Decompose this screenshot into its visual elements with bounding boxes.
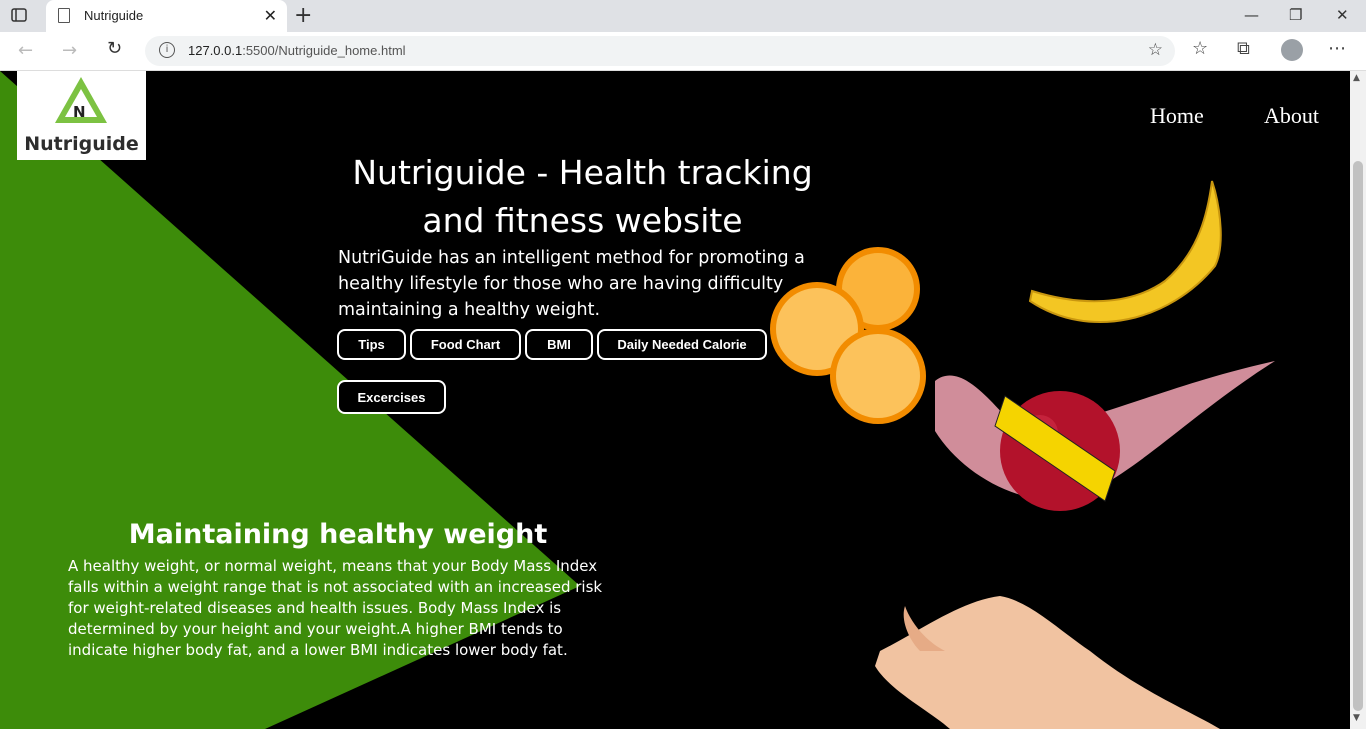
site-info-icon[interactable]: i [159,42,175,58]
address-bar[interactable]: i 127.0.0.1:5500/Nutriguide_home.html ☆ [145,36,1175,66]
food-chart-button[interactable]: Food Chart [410,329,521,360]
page-icon [58,8,70,23]
fruit-illustration [770,180,1275,729]
forward-icon[interactable]: → [62,40,77,61]
daily-calorie-button[interactable]: Daily Needed Calorie [597,329,767,360]
tab-close-icon[interactable]: ✕ [264,6,277,25]
favorites-icon[interactable]: ☆ [1192,38,1208,59]
browser-tab[interactable]: Nutriguide ✕ [46,0,287,32]
close-window-button[interactable]: ✕ [1336,6,1349,24]
tab-title: Nutriguide [84,8,144,23]
hero-text: NutriGuide has an intelligent method for… [338,248,805,320]
logo-letter: N [73,103,86,121]
scrollbar-thumb[interactable] [1353,161,1363,711]
profile-avatar[interactable] [1281,39,1303,61]
section-text: A healthy weight, or normal weight, mean… [68,557,603,659]
reload-icon[interactable]: ↻ [107,38,122,59]
hero-title: Nutriguide - Health tracking and fitness… [352,153,813,240]
url-text[interactable]: 127.0.0.1:5500/Nutriguide_home.html [188,43,406,58]
nav-home-link[interactable]: Home [1150,103,1204,129]
tips-button[interactable]: Tips [337,329,406,360]
collections-icon[interactable]: ⧉ [1237,38,1250,59]
minimize-button[interactable]: — [1244,6,1259,24]
add-favorite-icon[interactable]: ☆ [1148,40,1163,60]
scroll-up-icon[interactable]: ▲ [1353,73,1360,83]
tab-actions-icon[interactable] [10,6,30,26]
exercises-button[interactable]: Excercises [337,380,446,414]
restore-button[interactable]: ❐ [1289,6,1302,24]
new-tab-button[interactable]: + [294,3,312,28]
nav-about-link[interactable]: About [1264,103,1319,129]
section-title: Maintaining healthy weight [128,519,548,550]
tab-strip: Nutriguide ✕ + — ❐ ✕ [0,0,1366,32]
browser-toolbar: ← → ↻ i 127.0.0.1:5500/Nutriguide_home.h… [0,32,1366,71]
back-icon[interactable]: ← [18,40,33,61]
logo-text: Nutriguide [24,133,139,155]
scrollbar[interactable]: ▲ ▼ [1350,71,1366,729]
bmi-button[interactable]: BMI [525,329,593,360]
page-content: N Nutriguide Home About Nutriguide - Hea… [0,71,1350,729]
logo[interactable]: N Nutriguide [17,71,146,160]
more-icon[interactable]: ⋯ [1328,38,1346,59]
scroll-down-icon[interactable]: ▼ [1353,713,1360,723]
